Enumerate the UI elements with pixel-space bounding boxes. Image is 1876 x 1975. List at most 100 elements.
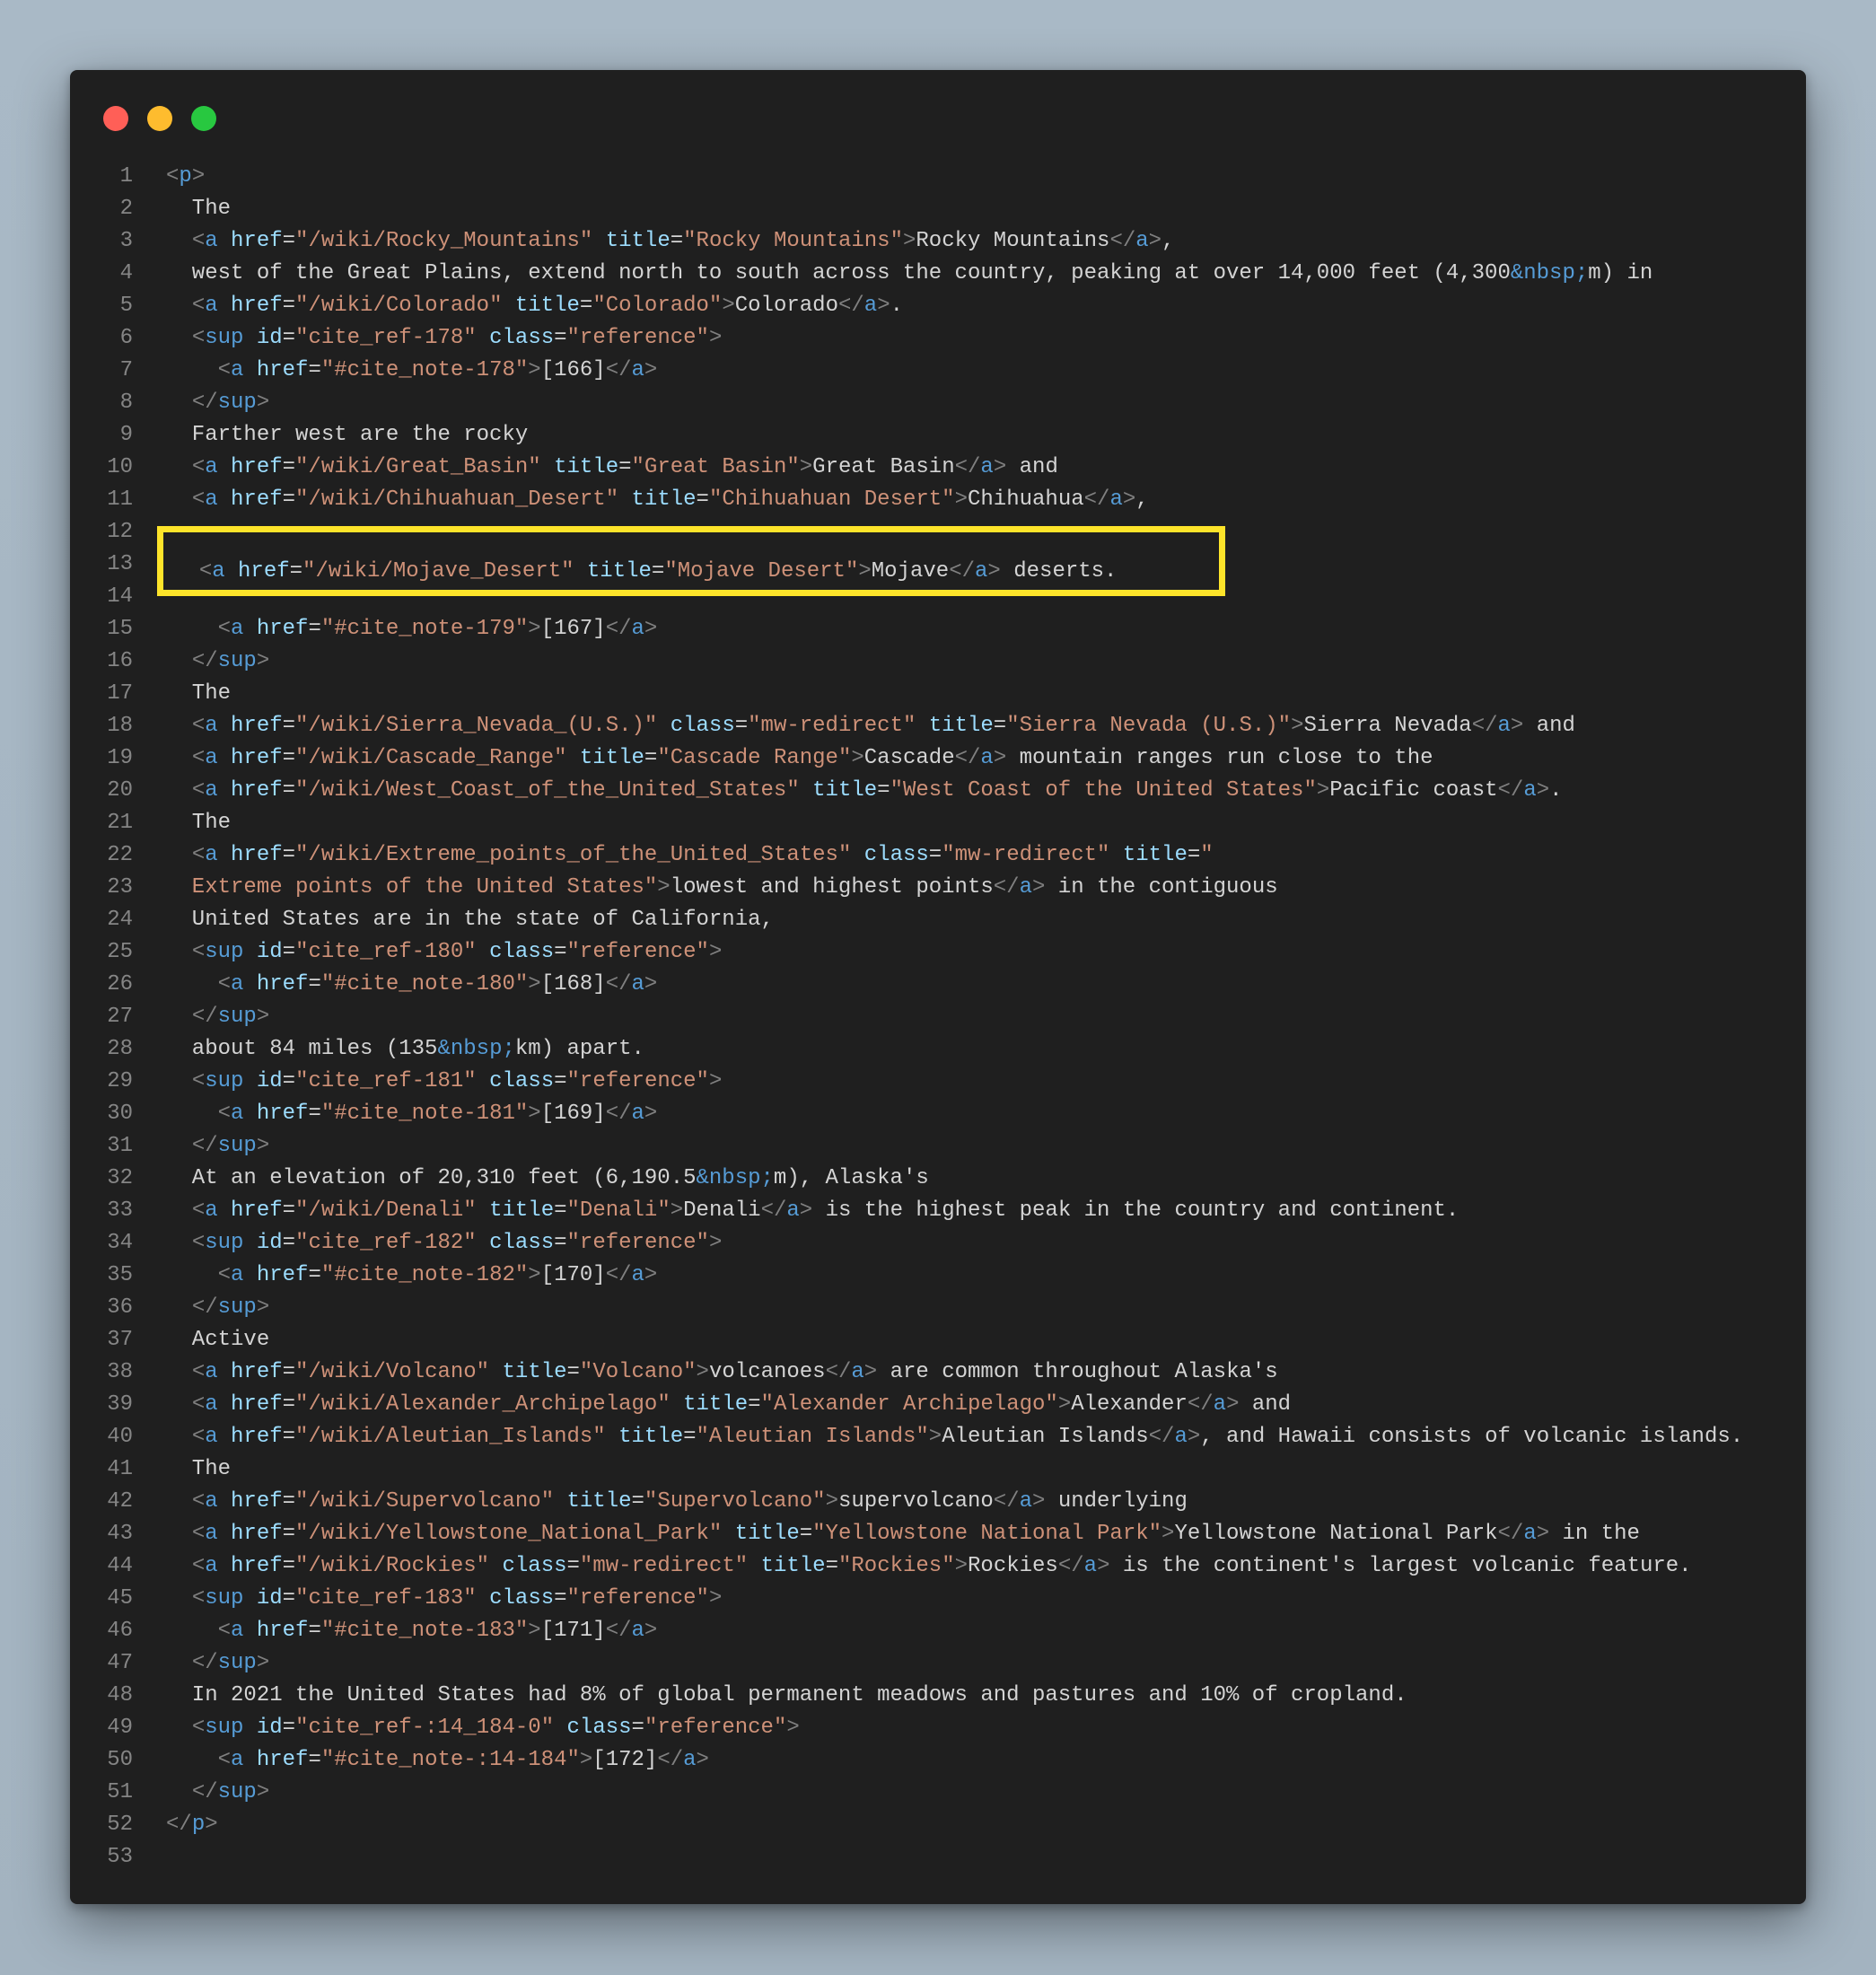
code-line[interactable]: 32 At an elevation of 20,310 feet (6,190… xyxy=(70,1163,1806,1195)
code-line[interactable]: 17 The xyxy=(70,678,1806,710)
code-line[interactable]: 18 <a href="/wiki/Sierra_Nevada_(U.S.)" … xyxy=(70,710,1806,742)
code-line[interactable]: 43 <a href="/wiki/Yellowstone_National_P… xyxy=(70,1518,1806,1550)
code-line[interactable]: 16 </sup> xyxy=(70,645,1806,678)
code-line[interactable]: 22 <a href="/wiki/Extreme_points_of_the_… xyxy=(70,839,1806,872)
code-line[interactable]: 28 about 84 miles (135&nbsp;km) apart. xyxy=(70,1033,1806,1066)
code-token: "#cite_note-182" xyxy=(320,1263,529,1287)
code-line[interactable]: 19 <a href="/wiki/Cascade_Range" title="… xyxy=(70,742,1806,775)
code-line[interactable]: 35 <a href="#cite_note-182">[170]</a> xyxy=(70,1260,1806,1292)
code-line[interactable]: 39 <a href="/wiki/Alexander_Archipelago"… xyxy=(70,1389,1806,1421)
close-window-button[interactable] xyxy=(103,106,128,131)
code-line[interactable]: 38 <a href="/wiki/Volcano" title="Volcan… xyxy=(70,1356,1806,1389)
code-line[interactable]: 40 <a href="/wiki/Aleutian_Islands" titl… xyxy=(70,1421,1806,1453)
line-number: 5 xyxy=(119,294,133,318)
code-line[interactable]: 46 <a href="#cite_note-183">[171]</a> xyxy=(70,1615,1806,1647)
code-token: > xyxy=(1122,487,1136,512)
code-token: title xyxy=(502,1360,567,1384)
code-token: > xyxy=(644,1102,658,1126)
code-line[interactable]: 21 The xyxy=(70,807,1806,839)
code-token: href xyxy=(231,1198,283,1223)
code-token: a xyxy=(1523,1522,1537,1546)
code-line[interactable]: 15 <a href="#cite_note-179">[167]</a> xyxy=(70,613,1806,645)
code-token: Mojave xyxy=(871,559,950,584)
code-line[interactable]: 8 </sup> xyxy=(70,387,1806,419)
code-line[interactable]: 33 <a href="/wiki/Denali" title="Denali"… xyxy=(70,1195,1806,1227)
code-token: id xyxy=(256,1231,283,1255)
code-line[interactable]: 7 <a href="#cite_note-178">[166]</a> xyxy=(70,355,1806,387)
code-line[interactable]: 45 <sup id="cite_ref-183" class="referen… xyxy=(70,1583,1806,1615)
code-line[interactable]: 9 Farther west are the rocky xyxy=(70,419,1806,452)
code-token: a xyxy=(205,746,218,770)
code-line[interactable]: 1 <p> xyxy=(70,161,1806,193)
code-token: < xyxy=(217,1263,232,1287)
code-token: href xyxy=(256,1102,309,1126)
code-token: </ xyxy=(605,1102,632,1126)
code-line[interactable]: 23 Extreme points of the United States">… xyxy=(70,872,1806,904)
code-token: sup xyxy=(217,649,257,673)
code-line[interactable]: 6 <sup id="cite_ref-178" class="referenc… xyxy=(70,322,1806,355)
line-number: 18 xyxy=(107,714,133,738)
code-line[interactable]: 10 <a href="/wiki/Great_Basin" title="Gr… xyxy=(70,452,1806,484)
code-line[interactable]: 24 United States are in the state of Cal… xyxy=(70,904,1806,936)
code-token: > xyxy=(644,972,658,996)
code-line[interactable]: 37 Active xyxy=(70,1324,1806,1356)
code-token: = xyxy=(644,746,658,770)
code-token: = xyxy=(282,843,296,867)
code-token: "/wiki/Alexander_Archipelago" xyxy=(295,1392,671,1417)
code-line[interactable]: 11 <a href="/wiki/Chihuahuan_Desert" tit… xyxy=(70,484,1806,516)
code-line[interactable]: 50 <a href="#cite_note-:14-184">[172]</a… xyxy=(70,1744,1806,1777)
code-line[interactable]: 44 <a href="/wiki/Rockies" class="mw-red… xyxy=(70,1550,1806,1583)
code-token: sup xyxy=(205,1716,244,1740)
code-token: a xyxy=(631,1263,644,1287)
code-line[interactable]: 29 <sup id="cite_ref-181" class="referen… xyxy=(70,1066,1806,1098)
code-line[interactable]: 41 The xyxy=(70,1453,1806,1486)
code-line[interactable]: 34 <sup id="cite_ref-182" class="referen… xyxy=(70,1227,1806,1260)
code-line[interactable]: 48 In 2021 the United States had 8% of g… xyxy=(70,1680,1806,1712)
code-line[interactable]: 51 </sup> xyxy=(70,1777,1806,1809)
code-token: Denali xyxy=(683,1198,761,1223)
maximize-window-button[interactable] xyxy=(191,106,216,131)
code-line[interactable]: 49 <sup id="cite_ref-:14_184-0" class="r… xyxy=(70,1712,1806,1744)
code-token: = xyxy=(282,1522,296,1546)
code-line[interactable]: 36 </sup> xyxy=(70,1292,1806,1324)
code-line[interactable]: 4 west of the Great Plains, extend north… xyxy=(70,258,1806,290)
code-token: > xyxy=(256,649,270,673)
code-line[interactable]: 26 <a href="#cite_note-180">[168]</a> xyxy=(70,969,1806,1001)
code-token: The xyxy=(166,1457,232,1481)
code-token: class xyxy=(502,1554,567,1578)
code-token: </ xyxy=(605,358,632,382)
code-line[interactable]: 42 <a href="/wiki/Supervolcano" title="S… xyxy=(70,1486,1806,1518)
line-number: 52 xyxy=(107,1813,133,1837)
code-line[interactable]: 53 xyxy=(70,1841,1806,1874)
line-number: 6 xyxy=(119,326,133,350)
code-line[interactable]: 3 <a href="/wiki/Rocky_Mountains" title=… xyxy=(70,225,1806,258)
code-token: "Colorado" xyxy=(592,294,723,318)
code-token: underlying xyxy=(1045,1489,1188,1514)
minimize-window-button[interactable] xyxy=(147,106,172,131)
code-line[interactable]: 27 </sup> xyxy=(70,1001,1806,1033)
code-line[interactable]: 5 <a href="/wiki/Colorado" title="Colora… xyxy=(70,290,1806,322)
code-line[interactable]: 31 </sup> xyxy=(70,1130,1806,1163)
code-line[interactable]: 25 <sup id="cite_ref-180" class="referen… xyxy=(70,936,1806,969)
code-line[interactable]: 2 The xyxy=(70,193,1806,225)
code-line[interactable]: 52 </p> xyxy=(70,1809,1806,1841)
line-number: 38 xyxy=(107,1360,133,1384)
code-token: </ xyxy=(191,1295,218,1320)
code-line[interactable]: 47 </sup> xyxy=(70,1647,1806,1680)
code-token: < xyxy=(191,455,206,479)
code-token: a xyxy=(1019,1489,1033,1514)
code-line[interactable]: 20 <a href="/wiki/West_Coast_of_the_Unit… xyxy=(70,775,1806,807)
code-token: "/wiki/Colorado" xyxy=(295,294,503,318)
line-number: 9 xyxy=(119,423,133,447)
code-token: = xyxy=(670,229,684,253)
code-token: > xyxy=(1536,1522,1550,1546)
line-number: 21 xyxy=(107,811,133,835)
code-editor[interactable]: 1 <p> 2 The 3 <a href="/wiki/Rocky_Mountain… xyxy=(70,161,1806,1874)
code-line[interactable]: 30 <a href="#cite_note-181">[169]</a> xyxy=(70,1098,1806,1130)
